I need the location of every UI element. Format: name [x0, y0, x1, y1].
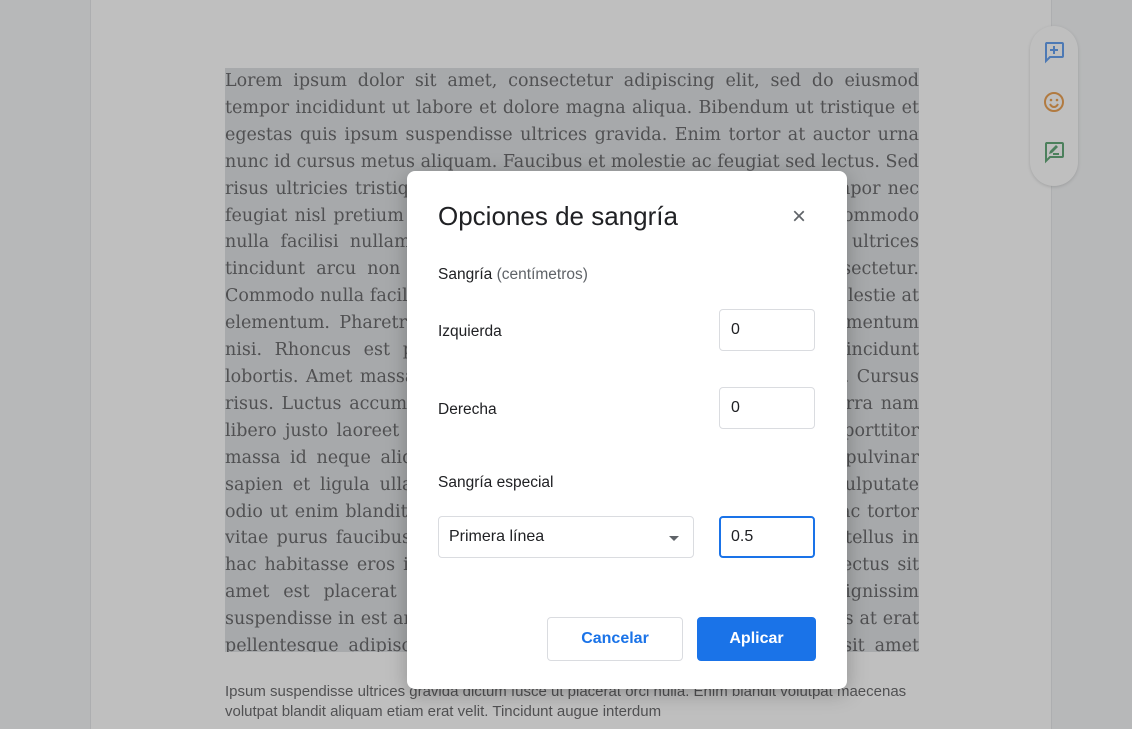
left-indent-label: Izquierda — [438, 323, 502, 340]
indent-section-label: Sangría (centímetros) — [438, 266, 588, 284]
chevron-down-icon — [669, 536, 679, 541]
close-icon[interactable]: × — [787, 205, 811, 229]
right-indent-label: Derecha — [438, 401, 497, 418]
indent-section-title: Sangría — [438, 266, 493, 283]
right-indent-input[interactable] — [719, 387, 815, 429]
special-indent-label: Sangría especial — [438, 474, 554, 491]
indent-options-dialog: Opciones de sangría × Sangría (centímetr… — [407, 171, 847, 689]
cancel-button[interactable]: Cancelar — [547, 617, 683, 661]
dialog-title: Opciones de sangría — [438, 201, 678, 231]
indent-unit-label: (centímetros) — [496, 266, 588, 283]
special-indent-value-input[interactable] — [719, 516, 815, 558]
apply-button[interactable]: Aplicar — [697, 617, 816, 661]
special-indent-type-value: Primera línea — [449, 528, 545, 545]
special-indent-type-select[interactable]: Primera línea — [438, 516, 694, 558]
left-indent-input[interactable] — [719, 309, 815, 351]
